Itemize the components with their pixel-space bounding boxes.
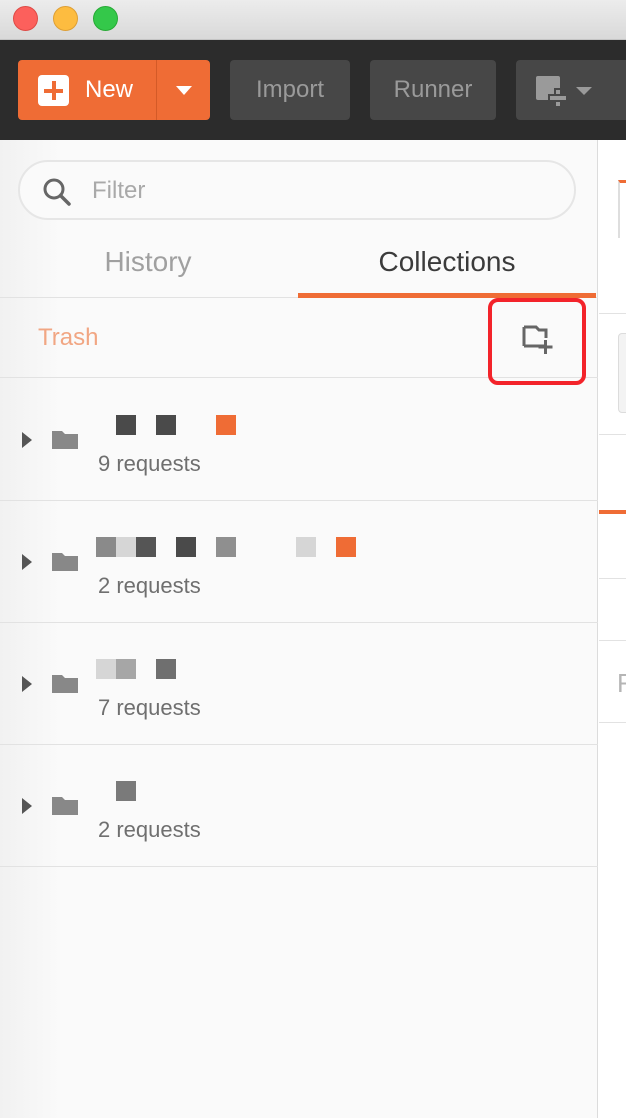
tab-history[interactable]: History xyxy=(0,240,296,298)
header-toolbar: New Import Runner xyxy=(0,40,626,140)
sidebar: History Collections Trash 9 requests xyxy=(0,140,598,1118)
folder-icon xyxy=(52,553,78,571)
collection-item[interactable]: 7 requests xyxy=(0,623,598,745)
search-input[interactable] xyxy=(92,172,552,210)
search-box[interactable] xyxy=(18,160,576,220)
new-window-button[interactable] xyxy=(516,60,626,120)
folder-plus-icon xyxy=(522,325,553,354)
partial-text: F xyxy=(617,668,626,698)
expand-arrow-icon[interactable] xyxy=(22,432,32,448)
search-icon xyxy=(43,178,71,206)
method-select-edge[interactable] xyxy=(618,333,626,413)
folder-icon xyxy=(52,431,78,449)
trash-row: Trash xyxy=(0,298,598,385)
request-tab-edge[interactable] xyxy=(618,180,626,238)
active-subtab-indicator xyxy=(599,510,626,514)
collection-request-count: 2 requests xyxy=(98,817,201,842)
collection-item[interactable]: 2 requests xyxy=(0,745,598,867)
collection-item[interactable]: 2 requests xyxy=(0,501,598,623)
collection-name-redacted xyxy=(96,415,376,437)
collection-name-redacted xyxy=(96,781,376,803)
expand-arrow-icon[interactable] xyxy=(22,554,32,570)
tab-collections[interactable]: Collections xyxy=(298,240,596,298)
divider xyxy=(599,640,626,641)
new-button-label: New xyxy=(85,76,134,103)
request-panel-edge: F xyxy=(599,140,626,1118)
divider xyxy=(599,313,626,314)
runner-button[interactable]: Runner xyxy=(370,60,496,120)
import-button[interactable]: Import xyxy=(230,60,350,120)
trash-link[interactable]: Trash xyxy=(38,324,98,352)
folder-icon xyxy=(52,797,78,815)
divider xyxy=(599,578,626,579)
sidebar-tabs: History Collections xyxy=(0,240,598,298)
new-button-divider xyxy=(156,60,157,120)
close-window-button[interactable] xyxy=(13,6,38,31)
plus-icon xyxy=(38,75,69,106)
expand-arrow-icon[interactable] xyxy=(22,798,32,814)
new-dropdown-caret-icon[interactable] xyxy=(176,86,192,95)
new-window-plus-icon xyxy=(550,90,566,106)
zoom-window-button[interactable] xyxy=(93,6,118,31)
new-window-caret-icon[interactable] xyxy=(576,87,592,95)
collection-name-redacted xyxy=(96,659,376,681)
new-button[interactable]: New xyxy=(18,60,210,120)
window-titlebar xyxy=(0,0,626,40)
new-collection-button[interactable] xyxy=(488,298,586,385)
expand-arrow-icon[interactable] xyxy=(22,676,32,692)
collection-item[interactable]: 9 requests xyxy=(0,379,598,501)
folder-icon xyxy=(52,675,78,693)
minimize-window-button[interactable] xyxy=(53,6,78,31)
collection-request-count: 9 requests xyxy=(98,451,201,476)
divider xyxy=(599,434,626,435)
divider xyxy=(599,722,626,723)
collection-request-count: 2 requests xyxy=(98,573,201,598)
collection-name-redacted xyxy=(96,537,376,559)
collection-request-count: 7 requests xyxy=(98,695,201,720)
